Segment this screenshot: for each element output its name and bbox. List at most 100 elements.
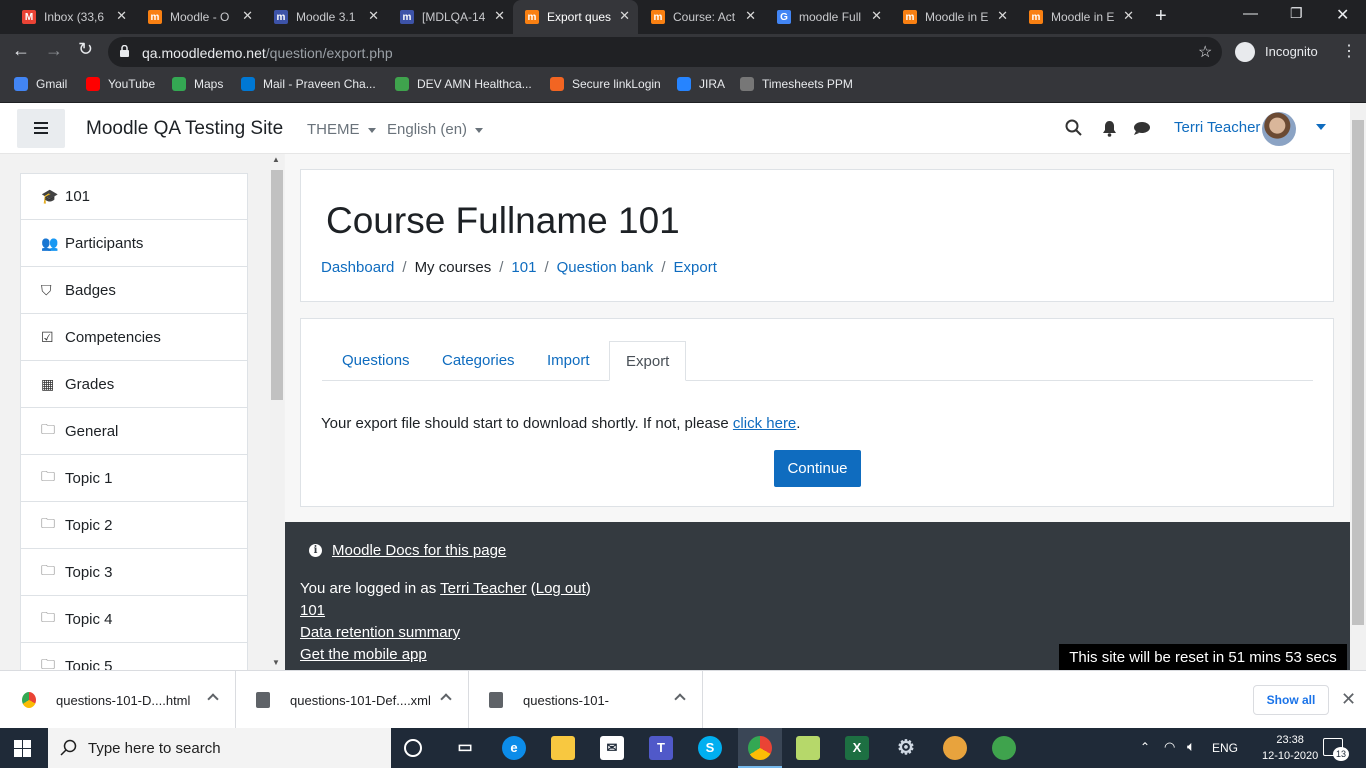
clock[interactable]: 23:38 12-10-2020 bbox=[1262, 732, 1318, 764]
show-all-button[interactable]: Show all bbox=[1253, 685, 1329, 715]
chevron-up-icon[interactable]: ⌃ bbox=[1140, 740, 1150, 754]
new-tab-button[interactable]: + bbox=[1155, 5, 1167, 28]
breadcrumb-export[interactable]: Export bbox=[674, 259, 717, 276]
mail-icon[interactable]: ✉ bbox=[600, 736, 624, 760]
forward-icon[interactable]: → bbox=[45, 40, 63, 61]
excel-icon[interactable]: X bbox=[845, 736, 869, 760]
back-icon[interactable]: ← bbox=[12, 40, 30, 61]
download-item[interactable]: questions-101-Def....xml bbox=[236, 671, 469, 729]
task-view-icon[interactable]: ▭ bbox=[453, 736, 477, 760]
page-scrollbar-thumb[interactable] bbox=[1352, 120, 1364, 625]
tab-categories[interactable]: Categories bbox=[442, 341, 515, 381]
sidebar-item-competencies[interactable]: ☑ Competencies bbox=[20, 314, 248, 361]
sidebar-item-101[interactable]: 🎓 101 bbox=[20, 173, 248, 220]
bell-icon[interactable] bbox=[1102, 120, 1117, 142]
user-menu-chevron-icon[interactable] bbox=[1316, 124, 1326, 130]
skype-icon[interactable]: S bbox=[698, 736, 722, 760]
sidebar-item-participants[interactable]: 👥 Participants bbox=[20, 220, 248, 267]
sidebar-item-topic-5[interactable]: 🗀 Topic 5 bbox=[20, 643, 248, 670]
bookmark-item[interactable]: DEV AMN Healthca... bbox=[395, 77, 532, 91]
browser-menu-icon[interactable]: ⋮ bbox=[1341, 41, 1357, 61]
chrome-icon[interactable] bbox=[748, 736, 772, 760]
paint-icon[interactable] bbox=[943, 736, 967, 760]
profile-link[interactable]: Terri Teacher bbox=[440, 580, 526, 597]
browser-tab[interactable]: Gmoodle Full ✕ bbox=[765, 0, 890, 34]
bookmark-item[interactable]: YouTube bbox=[86, 77, 155, 91]
sidebar-item-topic-3[interactable]: 🗀 Topic 3 bbox=[20, 549, 248, 596]
close-tab-icon[interactable]: ✕ bbox=[745, 8, 756, 24]
scroll-down-icon[interactable]: ▼ bbox=[272, 658, 280, 667]
close-icon[interactable]: ✕ bbox=[1341, 689, 1356, 710]
cortana-icon[interactable] bbox=[404, 739, 422, 757]
windows-start-icon[interactable] bbox=[14, 740, 32, 757]
chevron-up-icon[interactable] bbox=[207, 693, 219, 705]
bookmark-star-icon[interactable]: ☆ bbox=[1198, 42, 1212, 62]
close-tab-icon[interactable]: ✕ bbox=[871, 8, 882, 24]
close-window-button[interactable]: ✕ bbox=[1336, 5, 1349, 25]
chevron-up-icon[interactable] bbox=[440, 693, 452, 705]
tab-questions[interactable]: Questions bbox=[342, 341, 410, 381]
maximize-button[interactable]: ❐ bbox=[1290, 5, 1303, 22]
teams-icon[interactable]: T bbox=[649, 736, 673, 760]
notepad-icon[interactable] bbox=[796, 736, 820, 760]
sidebar-item-topic-2[interactable]: 🗀 Topic 2 bbox=[20, 502, 248, 549]
data-retention-link[interactable]: Data retention summary bbox=[300, 624, 460, 641]
download-item[interactable]: questions-101- bbox=[469, 671, 703, 729]
close-tab-icon[interactable]: ✕ bbox=[242, 8, 253, 24]
minimize-button[interactable]: — bbox=[1243, 5, 1258, 22]
browser-tab[interactable]: m Moodle in E ✕ bbox=[891, 0, 1016, 34]
footer-course-link[interactable]: 101 bbox=[300, 602, 325, 619]
reload-icon[interactable]: ↻ bbox=[78, 39, 93, 60]
settings-gear-icon[interactable]: ⚙ bbox=[894, 736, 918, 760]
incognito-label[interactable]: Incognito bbox=[1265, 44, 1318, 59]
theme-menu[interactable]: THEME bbox=[307, 121, 376, 138]
browser-tab[interactable]: m [MDLQA-14 ✕ bbox=[388, 0, 513, 34]
sidebar-item-topic-1[interactable]: 🗀 Topic 1 bbox=[20, 455, 248, 502]
messages-icon[interactable] bbox=[1133, 121, 1151, 141]
continue-button[interactable]: Continue bbox=[774, 450, 861, 487]
wifi-icon[interactable]: ◠ bbox=[1164, 739, 1175, 755]
file-explorer-icon[interactable] bbox=[551, 736, 575, 760]
sidebar-item-topic-4[interactable]: 🗀 Topic 4 bbox=[20, 596, 248, 643]
mobile-app-link[interactable]: Get the mobile app bbox=[300, 646, 427, 663]
breadcrumb-dashboard[interactable]: Dashboard bbox=[321, 259, 394, 276]
tab-export[interactable]: Export bbox=[609, 341, 687, 381]
drawer-scrollbar-thumb[interactable] bbox=[271, 170, 283, 400]
edge-icon[interactable]: e bbox=[502, 736, 526, 760]
click-here-link[interactable]: click here bbox=[733, 415, 796, 432]
bookmark-item[interactable]: Secure linkLogin bbox=[550, 77, 661, 91]
close-tab-icon[interactable]: ✕ bbox=[368, 8, 379, 24]
bookmark-item[interactable]: Maps bbox=[172, 77, 223, 91]
close-tab-icon[interactable]: ✕ bbox=[494, 8, 505, 24]
sidebar-item-badges[interactable]: ⛉ Badges bbox=[20, 267, 248, 314]
browser-tab[interactable]: M Inbox (33,6 ✕ bbox=[10, 0, 135, 34]
app-icon[interactable] bbox=[992, 736, 1016, 760]
breadcrumb-question-bank[interactable]: Question bank bbox=[557, 259, 654, 276]
user-menu-name[interactable]: Terri Teacher bbox=[1174, 119, 1260, 136]
close-tab-icon[interactable]: ✕ bbox=[997, 8, 1008, 24]
volume-icon[interactable]: 🔈︎ bbox=[1187, 738, 1195, 755]
browser-tab[interactable]: m Course: Act ✕ bbox=[639, 0, 764, 34]
scroll-up-icon[interactable]: ▲ bbox=[272, 155, 280, 164]
close-tab-icon[interactable]: ✕ bbox=[116, 8, 127, 24]
bookmark-item[interactable]: Gmail bbox=[14, 77, 67, 91]
avatar[interactable] bbox=[1262, 112, 1296, 146]
bookmark-item[interactable]: Mail - Praveen Cha... bbox=[241, 77, 376, 91]
tab-import[interactable]: Import bbox=[547, 341, 590, 381]
browser-tab[interactable]: m Moodle 3.1 ✕ bbox=[262, 0, 387, 34]
search-icon[interactable] bbox=[1065, 119, 1083, 142]
logout-link[interactable]: Log out bbox=[536, 580, 586, 597]
sidebar-item-grades[interactable]: ▦ Grades bbox=[20, 361, 248, 408]
close-tab-icon[interactable]: ✕ bbox=[619, 8, 630, 24]
browser-tab[interactable]: m Moodle - O ✕ bbox=[136, 0, 261, 34]
language-indicator[interactable]: ENG bbox=[1212, 741, 1238, 755]
chevron-up-icon[interactable] bbox=[674, 693, 686, 705]
bookmark-item[interactable]: JIRA bbox=[677, 77, 725, 91]
sidebar-item-general[interactable]: 🗀 General bbox=[20, 408, 248, 455]
breadcrumb-course[interactable]: 101 bbox=[511, 259, 536, 276]
address-bar[interactable]: qa.moodledemo.net/question/export.php ☆ bbox=[108, 37, 1222, 67]
browser-tab[interactable]: m Moodle in E ✕ bbox=[1017, 0, 1142, 34]
moodle-docs-link[interactable]: Moodle Docs for this page bbox=[332, 542, 506, 559]
bookmark-item[interactable]: Timesheets PPM bbox=[740, 77, 853, 91]
drawer-toggle-button[interactable] bbox=[17, 109, 65, 148]
